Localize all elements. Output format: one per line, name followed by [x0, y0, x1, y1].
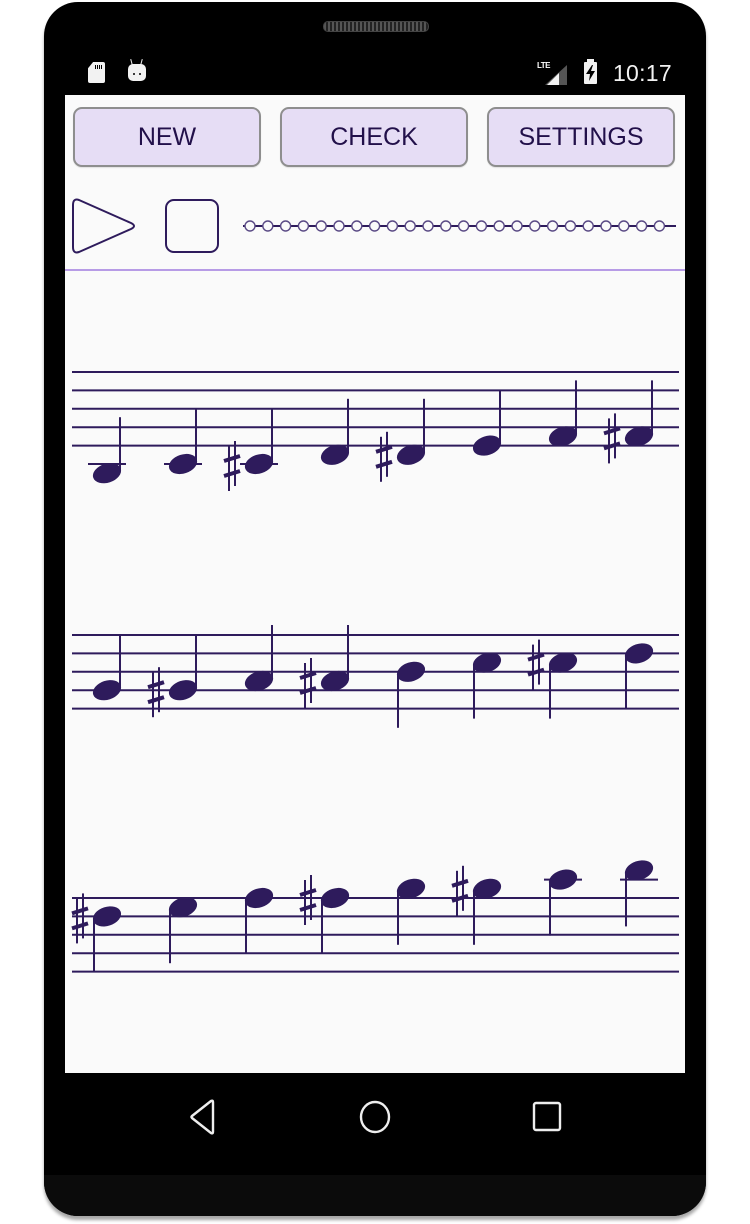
sharp-icon — [603, 413, 621, 464]
notehead — [168, 453, 198, 475]
android-debug-icon — [128, 58, 146, 81]
progress-step — [600, 220, 612, 232]
progress-step — [244, 220, 256, 232]
clock: 10:17 — [612, 60, 672, 86]
app-screen: NEW CHECK SETTINGS — [65, 95, 685, 1073]
recents-icon — [532, 1101, 562, 1132]
note — [544, 869, 582, 936]
progress-step — [386, 220, 399, 232]
sharp-icon — [299, 658, 317, 708]
progress-step — [529, 220, 541, 232]
notehead — [168, 680, 198, 701]
progress-step — [511, 220, 523, 232]
settings-button[interactable]: SETTINGS — [487, 107, 675, 167]
notehead — [548, 869, 578, 890]
progress-step — [618, 220, 630, 232]
battery-charging-icon — [584, 59, 597, 84]
progress-step — [546, 220, 559, 232]
sharp-icon — [71, 893, 89, 944]
play-icon — [72, 198, 135, 254]
signal-icon — [545, 65, 567, 85]
sharp-icon — [299, 875, 317, 925]
staff — [71, 860, 679, 973]
note — [71, 893, 122, 973]
notehead — [396, 661, 426, 682]
back-button[interactable] — [183, 1097, 223, 1137]
sharp-icon — [451, 865, 469, 916]
note — [451, 865, 502, 945]
notehead — [320, 887, 350, 909]
progress-step — [653, 220, 666, 232]
phone-chin — [44, 1175, 706, 1216]
note — [603, 380, 654, 464]
note — [375, 398, 426, 482]
progress-step — [457, 220, 470, 232]
home-button[interactable] — [355, 1097, 395, 1137]
progress-step — [279, 220, 292, 232]
progress-step — [315, 220, 327, 232]
progress-step — [333, 220, 345, 232]
note — [299, 875, 350, 954]
status-bar: LTE 10:17 — [65, 55, 685, 93]
progress-step — [564, 220, 577, 232]
check-button[interactable]: CHECK — [280, 107, 468, 167]
progress-track — [243, 220, 676, 232]
note — [472, 389, 502, 456]
recents-button[interactable] — [527, 1097, 567, 1137]
navigation-bar — [65, 1073, 685, 1163]
back-icon — [190, 1099, 215, 1135]
notehead — [92, 680, 122, 701]
progress-step — [582, 220, 594, 232]
sharp-icon — [527, 639, 545, 690]
note — [92, 634, 122, 701]
progress-step — [493, 220, 505, 232]
sd-card-icon — [88, 62, 105, 83]
notehead — [92, 906, 122, 927]
stop-button[interactable] — [165, 199, 219, 253]
notehead — [624, 643, 654, 664]
progress-step — [297, 220, 310, 232]
progress-step — [262, 220, 274, 232]
sharp-icon — [375, 431, 393, 482]
progress-step — [440, 220, 452, 232]
progress-step — [404, 220, 416, 232]
note — [527, 639, 578, 719]
notehead — [472, 435, 502, 456]
new-button[interactable]: NEW — [73, 107, 261, 167]
staff — [72, 625, 679, 728]
note — [299, 625, 350, 708]
speaker-grille — [323, 21, 429, 32]
staff — [72, 371, 679, 491]
progress-step — [351, 220, 363, 232]
play-button[interactable] — [71, 196, 137, 256]
note — [164, 408, 202, 475]
progress-step — [475, 220, 488, 232]
note — [223, 408, 278, 491]
note — [147, 634, 198, 718]
progress-step — [422, 220, 434, 232]
progress-step — [368, 220, 381, 232]
note — [624, 643, 654, 710]
sharp-icon — [223, 441, 241, 491]
progress-step — [635, 220, 648, 232]
sharp-icon — [147, 667, 165, 718]
home-icon — [359, 1100, 391, 1134]
notehead — [244, 887, 274, 909]
score-sheet — [71, 371, 679, 973]
note — [396, 661, 426, 728]
notehead — [244, 453, 274, 475]
note — [244, 887, 274, 954]
